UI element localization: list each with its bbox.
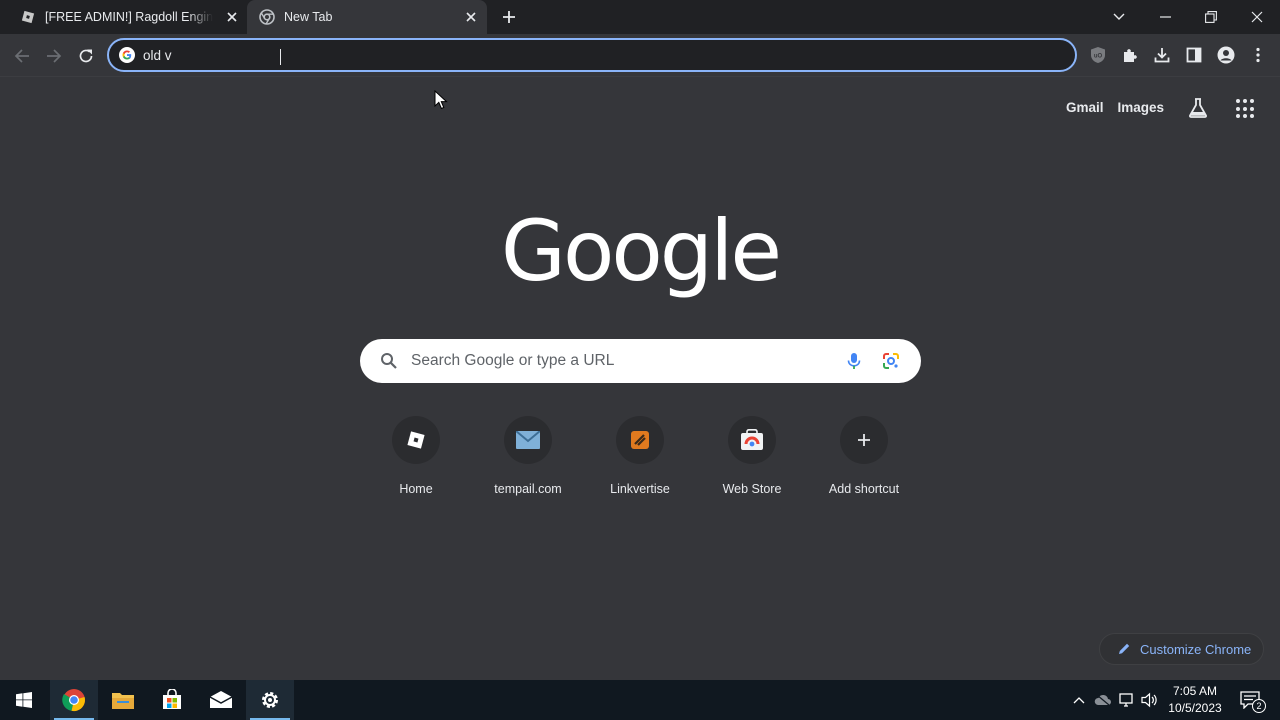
address-input[interactable] (143, 47, 943, 63)
taskbar-clock[interactable]: 7:05 AM 10/5/2023 (1160, 683, 1230, 717)
show-hidden-icons-chevron-up-icon[interactable] (1069, 690, 1089, 710)
linkvertise-icon (616, 416, 664, 464)
ublock-extension-icon[interactable]: uO (1088, 45, 1108, 65)
google-lens-icon[interactable] (881, 351, 901, 371)
tab-roblox[interactable]: [FREE ADMIN!] Ragdoll Engine - Roblox (0, 0, 247, 34)
new-tab-button[interactable] (500, 8, 518, 26)
windows-start-icon[interactable] (0, 680, 48, 720)
gmail-link[interactable]: Gmail (1066, 100, 1104, 115)
taskbar-microsoft-store-icon[interactable] (148, 680, 196, 720)
minimize-button[interactable] (1142, 0, 1188, 34)
taskbar-chrome-icon[interactable] (50, 680, 98, 720)
search-placeholder[interactable]: Search Google or type a URL (411, 352, 614, 370)
mouse-pointer-icon (434, 90, 448, 110)
shortcut-web-store[interactable]: Web Store (696, 416, 808, 506)
tab-title: [FREE ADMIN!] Ragdoll Engine - Roblox (45, 10, 213, 24)
search-icon (381, 353, 397, 369)
network-icon[interactable] (1117, 690, 1137, 710)
taskbar-mail-icon[interactable] (197, 680, 245, 720)
shortcut-label: tempail.com (494, 482, 562, 496)
google-apps-grid-icon[interactable] (1236, 99, 1256, 119)
notification-count-badge: 2 (1252, 699, 1266, 713)
profile-avatar-icon[interactable] (1216, 45, 1236, 65)
customize-chrome-label: Customize Chrome (1140, 641, 1252, 657)
google-top-links: Gmail Images (1066, 100, 1178, 115)
forward-button[interactable] (43, 45, 65, 67)
back-button[interactable] (11, 45, 33, 67)
chrome-favicon-icon (259, 9, 275, 25)
plus-icon (840, 416, 888, 464)
svg-text:uO: uO (1094, 54, 1103, 60)
taskbar-settings-gear-icon[interactable] (246, 680, 294, 720)
action-center-notification-icon[interactable]: 2 (1238, 690, 1266, 713)
restore-button[interactable] (1188, 0, 1234, 34)
search-labs-flask-icon[interactable] (1187, 97, 1209, 119)
extensions-puzzle-icon[interactable] (1120, 45, 1140, 65)
volume-speaker-icon[interactable] (1140, 690, 1160, 710)
reload-button[interactable] (75, 45, 97, 67)
shortcut-label: Add shortcut (828, 482, 900, 496)
voice-search-mic-icon[interactable] (844, 351, 864, 371)
close-tab-icon[interactable] (463, 9, 479, 25)
clock-time: 7:05 AM (1172, 684, 1218, 698)
mail-icon (504, 416, 552, 464)
google-g-icon (119, 47, 135, 63)
shortcuts-row: Home tempail.com Linkvertise Web Store A… (360, 416, 920, 506)
google-logo: Google (500, 202, 782, 300)
tab-search-chevron-down-icon[interactable] (1096, 0, 1142, 34)
tab-title: New Tab (284, 10, 333, 24)
text-caret (280, 49, 281, 65)
browser-toolbar: uO (0, 34, 1280, 77)
windows-taskbar: 7:05 AM 10/5/2023 2 (0, 680, 1280, 720)
close-tab-icon[interactable] (224, 9, 240, 25)
shortcut-label: Web Store (722, 482, 782, 496)
chrome-web-store-icon (728, 416, 776, 464)
search-box[interactable]: Search Google or type a URL (360, 339, 921, 383)
taskbar-file-explorer-icon[interactable] (99, 680, 147, 720)
address-bar[interactable] (107, 38, 1077, 72)
side-panel-icon[interactable] (1184, 45, 1204, 65)
shortcut-linkvertise[interactable]: Linkvertise (584, 416, 696, 506)
close-window-button[interactable] (1234, 0, 1280, 34)
shortcut-label: Linkvertise (610, 482, 670, 496)
clock-date: 10/5/2023 (1168, 701, 1222, 715)
roblox-favicon-icon (20, 9, 36, 25)
roblox-icon (392, 416, 440, 464)
kebab-menu-icon[interactable] (1248, 45, 1268, 65)
customize-chrome-button[interactable]: Customize Chrome (1099, 633, 1264, 665)
shortcut-home[interactable]: Home (360, 416, 472, 506)
pencil-icon (1119, 643, 1130, 654)
images-link[interactable]: Images (1118, 100, 1165, 115)
shortcut-add[interactable]: Add shortcut (808, 416, 920, 506)
shortcut-label: Home (399, 482, 433, 496)
tab-new-tab[interactable]: New Tab (247, 0, 487, 34)
downloads-icon[interactable] (1152, 45, 1172, 65)
tab-strip: [FREE ADMIN!] Ragdoll Engine - Roblox Ne… (0, 0, 1280, 34)
shortcut-tempail[interactable]: tempail.com (472, 416, 584, 506)
onedrive-cloud-icon[interactable] (1093, 690, 1113, 710)
